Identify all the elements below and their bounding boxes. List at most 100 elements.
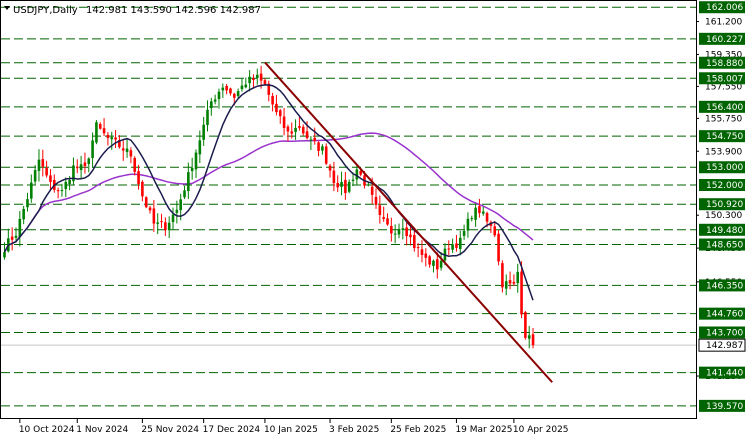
time-tick-label: 3 Feb 2025 bbox=[329, 425, 379, 435]
candle-body bbox=[18, 218, 22, 237]
candle-body bbox=[106, 134, 110, 139]
price-chart[interactable]: 161.200 159.350 157.550 155.750 153.900 150.3… bbox=[0, 0, 747, 440]
candle-body bbox=[244, 84, 248, 88]
level-price-label: 156.400 bbox=[706, 103, 743, 113]
chart-svg: 161.200159.350157.550155.750153.900150.3… bbox=[0, 0, 747, 440]
level-price-label: 149.480 bbox=[706, 226, 743, 236]
candle-body bbox=[466, 218, 470, 231]
candle-body bbox=[49, 175, 52, 182]
candle-body bbox=[382, 217, 385, 219]
candle-body bbox=[359, 171, 362, 175]
level-price-label: 153.000 bbox=[706, 163, 743, 173]
candle-body bbox=[252, 78, 255, 81]
candle-body bbox=[210, 101, 213, 109]
candle-body bbox=[225, 85, 228, 91]
time-tick-label: 19 Mar 2025 bbox=[455, 425, 512, 435]
candle-body bbox=[290, 131, 294, 134]
candle-body bbox=[286, 126, 290, 132]
candle-body bbox=[321, 146, 324, 151]
candle-body bbox=[317, 142, 320, 151]
candle-body bbox=[194, 152, 198, 170]
level-price-label: 141.440 bbox=[706, 369, 743, 379]
candle-body bbox=[167, 222, 171, 231]
candle-body bbox=[294, 127, 297, 132]
candle-body bbox=[340, 181, 343, 187]
candle-body bbox=[516, 271, 520, 284]
bearish-candle bbox=[497, 230, 500, 266]
level-price-label: 158.007 bbox=[706, 74, 743, 84]
time-tick-label: 25 Feb 2025 bbox=[390, 425, 446, 435]
candle-body bbox=[125, 148, 129, 153]
candle-body bbox=[37, 159, 41, 171]
candle-body bbox=[504, 281, 508, 289]
candle-body bbox=[75, 166, 79, 169]
candle-body bbox=[470, 218, 474, 220]
level-price-label: 146.350 bbox=[706, 281, 743, 291]
candle-body bbox=[10, 236, 14, 240]
candle-body bbox=[87, 158, 91, 164]
candle-body bbox=[378, 205, 382, 216]
time-tick-label: 10 Jan 2025 bbox=[264, 425, 318, 435]
candle-body bbox=[413, 235, 416, 249]
level-price-label: 162.006 bbox=[706, 3, 743, 13]
candle-body bbox=[95, 122, 98, 143]
candle-body bbox=[328, 165, 332, 171]
candle-body bbox=[432, 260, 435, 266]
candle-body bbox=[45, 167, 48, 176]
time-tick-label: 25 Nov 2024 bbox=[141, 425, 199, 435]
candle-body bbox=[420, 249, 424, 256]
candle-body bbox=[144, 197, 148, 208]
level-price-label: 144.760 bbox=[706, 310, 743, 320]
level-price-label: 148.650 bbox=[706, 241, 743, 251]
candle-body bbox=[206, 109, 209, 126]
price-tick-label: 150.300 bbox=[705, 211, 742, 221]
candle-body bbox=[447, 248, 451, 250]
bearish-candle bbox=[144, 196, 148, 209]
candle-body bbox=[531, 334, 535, 346]
candle-body bbox=[236, 91, 240, 97]
time-tick-label: 10 Oct 2024 bbox=[19, 425, 75, 435]
candle-body bbox=[156, 222, 159, 224]
candle-body bbox=[3, 252, 6, 258]
level-price-label: 158.880 bbox=[706, 59, 743, 69]
candle-body bbox=[68, 179, 71, 184]
candle-body bbox=[478, 206, 481, 213]
candle-body bbox=[527, 335, 531, 339]
candle-body bbox=[190, 168, 194, 172]
candle-body bbox=[275, 103, 278, 113]
candle-body bbox=[91, 140, 94, 159]
candle-body bbox=[493, 226, 497, 236]
candle-body bbox=[367, 184, 370, 186]
candle-body bbox=[30, 182, 33, 199]
level-price-label: 154.750 bbox=[706, 132, 743, 142]
candle-body bbox=[386, 218, 389, 225]
candle-body bbox=[171, 214, 175, 223]
candle-body bbox=[202, 124, 205, 140]
candle-body bbox=[278, 110, 282, 117]
candle-body bbox=[351, 179, 355, 181]
candle-body bbox=[301, 126, 305, 134]
chart-background bbox=[0, 0, 747, 440]
level-price-label: 139.570 bbox=[706, 402, 743, 412]
candle-body bbox=[271, 95, 274, 105]
candle-body bbox=[435, 259, 439, 270]
candle-body bbox=[183, 190, 186, 198]
candle-body bbox=[428, 256, 431, 265]
candle-body bbox=[344, 179, 347, 194]
candle-body bbox=[164, 222, 167, 231]
level-price-label: 143.700 bbox=[706, 328, 743, 338]
time-tick-label: 17 Dec 2024 bbox=[203, 425, 261, 435]
candle-body bbox=[416, 247, 420, 249]
candle-body bbox=[393, 233, 397, 235]
candle-body bbox=[110, 137, 114, 140]
candle-body bbox=[152, 208, 156, 224]
candle-body bbox=[148, 207, 152, 211]
candle-body bbox=[259, 73, 263, 81]
candle-body bbox=[240, 85, 244, 90]
candle-body bbox=[424, 253, 428, 258]
candle-body bbox=[324, 146, 328, 164]
candle-body bbox=[397, 228, 401, 235]
candle-body bbox=[370, 186, 374, 195]
price-axis: 161.200159.350157.550155.750153.900150.3… bbox=[696, 1, 746, 412]
candle-body bbox=[390, 225, 393, 234]
